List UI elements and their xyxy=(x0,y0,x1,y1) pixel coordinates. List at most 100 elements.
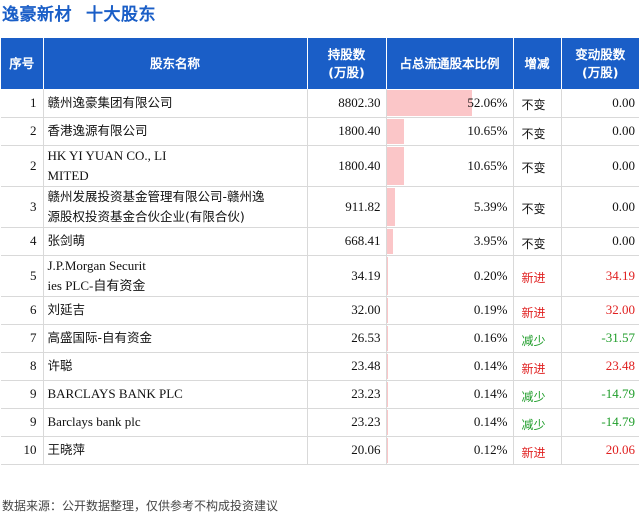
row-rank: 10 xyxy=(1,436,44,465)
row-holder-name: 刘延吉 xyxy=(43,296,308,325)
row-shares: 23.48 xyxy=(307,352,387,381)
row-rank: 2 xyxy=(1,117,44,146)
shareholders-table: 序号 股东名称 持股数 (万股) 占总流通股本比例 增减 变动股数 (万股) 1 赣州… xyxy=(1,38,639,465)
row-change: 减少 xyxy=(513,380,562,409)
row-pct: 10.65% xyxy=(386,145,514,187)
row-delta: 20.06 xyxy=(561,436,639,465)
row-rank: 9 xyxy=(1,380,44,409)
row-delta: 32.00 xyxy=(561,296,639,325)
row-delta: -14.79 xyxy=(561,380,639,409)
table-row: 7 高盛国际-自有资金 26.53 0.16% 减少 -31.57 xyxy=(1,324,639,353)
page-title: 逸豪新材 十大股东 xyxy=(0,0,640,34)
row-holder-name: Barclays bank plc xyxy=(43,408,308,437)
row-shares: 911.82 xyxy=(307,186,387,228)
pct-value: 10.65% xyxy=(467,123,508,138)
table-row: 8 许聪 23.48 0.14% 新进 23.48 xyxy=(1,352,639,381)
row-change: 新进 xyxy=(513,436,562,465)
pct-value: 0.20% xyxy=(473,267,508,283)
footer-note: 数据来源：公开数据整理，仅供参考不构成投资建议 xyxy=(2,499,279,513)
pct-value: 0.12% xyxy=(473,442,508,457)
pct-value: 0.19% xyxy=(473,302,508,317)
row-change: 不变 xyxy=(513,89,562,118)
row-change: 不变 xyxy=(513,117,562,146)
row-shares: 23.23 xyxy=(307,380,387,409)
header-pct: 占总流通股本比例 xyxy=(386,38,514,89)
row-rank: 7 xyxy=(1,324,44,353)
row-delta: -14.79 xyxy=(561,408,639,437)
pct-value: 5.39% xyxy=(473,198,508,214)
header-delta: 变动股数 (万股) xyxy=(561,38,639,89)
table-row: 2 香港逸源有限公司 1800.40 10.65% 不变 0.00 xyxy=(1,117,639,146)
row-holder-name: 赣州逸豪集团有限公司 xyxy=(43,89,308,118)
row-pct: 0.14% xyxy=(386,380,514,409)
row-holder-name: 许聪 xyxy=(43,352,308,381)
table-header-row: 序号 股东名称 持股数 (万股) 占总流通股本比例 增减 变动股数 (万股) xyxy=(1,38,639,89)
row-pct: 5.39% xyxy=(386,186,514,228)
row-shares: 1800.40 xyxy=(307,117,387,146)
row-shares: 26.53 xyxy=(307,324,387,353)
header-change: 增减 xyxy=(513,38,562,89)
row-change: 不变 xyxy=(513,145,562,187)
row-rank: 8 xyxy=(1,352,44,381)
table-row: 9 BARCLAYS BANK PLC 23.23 0.14% 减少 -14.79 xyxy=(1,380,639,409)
table-row: 6 刘延吉 32.00 0.19% 新进 32.00 xyxy=(1,296,639,325)
row-rank: 2 xyxy=(1,145,44,187)
table-row: 9 Barclays bank plc 23.23 0.14% 减少 -14.79 xyxy=(1,408,639,437)
row-holder-name: HK YI YUAN CO., LI MITED xyxy=(43,145,308,187)
row-change: 减少 xyxy=(513,408,562,437)
pct-value: 0.14% xyxy=(473,386,508,401)
row-rank: 3 xyxy=(1,186,44,228)
row-delta: 0.00 xyxy=(561,227,639,256)
row-rank: 4 xyxy=(1,227,44,256)
row-shares: 32.00 xyxy=(307,296,387,325)
row-shares: 8802.30 xyxy=(307,89,387,118)
row-shares: 668.41 xyxy=(307,227,387,256)
row-shares: 34.19 xyxy=(307,255,387,297)
pct-value: 52.06% xyxy=(467,94,508,110)
header-name: 股东名称 xyxy=(43,38,308,89)
row-rank: 6 xyxy=(1,296,44,325)
row-pct: 0.12% xyxy=(386,436,514,465)
table-row: 3 赣州发展投资基金管理有限公司-赣州逸 源股权投资基金合伙企业(有限合伙) 911.… xyxy=(1,186,639,228)
row-shares: 20.06 xyxy=(307,436,387,465)
row-change: 新进 xyxy=(513,352,562,381)
row-pct: 3.95% xyxy=(386,227,514,256)
row-shares: 1800.40 xyxy=(307,145,387,187)
row-pct: 0.19% xyxy=(386,296,514,325)
table-row: 4 张剑萌 668.41 3.95% 不变 0.00 xyxy=(1,227,639,256)
row-change: 不变 xyxy=(513,186,562,228)
row-change: 不变 xyxy=(513,227,562,256)
pct-value: 3.95% xyxy=(473,233,508,248)
header-rank: 序号 xyxy=(1,38,44,89)
section-title: 十大股东 xyxy=(86,5,156,25)
row-rank: 1 xyxy=(1,89,44,118)
row-rank: 9 xyxy=(1,408,44,437)
pct-value: 0.14% xyxy=(473,414,508,429)
row-pct: 0.16% xyxy=(386,324,514,353)
table-row: 2 HK YI YUAN CO., LI MITED 1800.40 10.65% 不变 0… xyxy=(1,145,639,187)
row-delta: -31.57 xyxy=(561,324,639,353)
table-row: 10 王晓萍 20.06 0.12% 新进 20.06 xyxy=(1,436,639,465)
row-delta: 0.00 xyxy=(561,117,639,146)
row-change: 新进 xyxy=(513,296,562,325)
row-holder-name: BARCLAYS BANK PLC xyxy=(43,380,308,409)
row-holder-name: J.P.Morgan Securit ies PLC-自有资金 xyxy=(43,255,308,297)
header-shares: 持股数 (万股) xyxy=(307,38,387,89)
row-change: 减少 xyxy=(513,324,562,353)
company-name: 逸豪新材 xyxy=(2,5,72,25)
row-pct: 0.14% xyxy=(386,352,514,381)
row-delta: 0.00 xyxy=(561,145,639,187)
row-holder-name: 王晓萍 xyxy=(43,436,308,465)
row-rank: 5 xyxy=(1,255,44,297)
table-body: 1 赣州逸豪集团有限公司 8802.30 52.06% 不变 0.00 2 香港逸源有限公司 1… xyxy=(1,89,639,465)
row-delta: 0.00 xyxy=(561,186,639,228)
row-delta: 23.48 xyxy=(561,352,639,381)
row-pct: 0.20% xyxy=(386,255,514,297)
table-row: 5 J.P.Morgan Securit ies PLC-自有资金 34.19 0.20… xyxy=(1,255,639,297)
row-shares: 23.23 xyxy=(307,408,387,437)
table-row: 1 赣州逸豪集团有限公司 8802.30 52.06% 不变 0.00 xyxy=(1,89,639,118)
row-change: 新进 xyxy=(513,255,562,297)
row-holder-name: 张剑萌 xyxy=(43,227,308,256)
row-pct: 52.06% xyxy=(386,89,514,118)
row-delta: 0.00 xyxy=(561,89,639,118)
